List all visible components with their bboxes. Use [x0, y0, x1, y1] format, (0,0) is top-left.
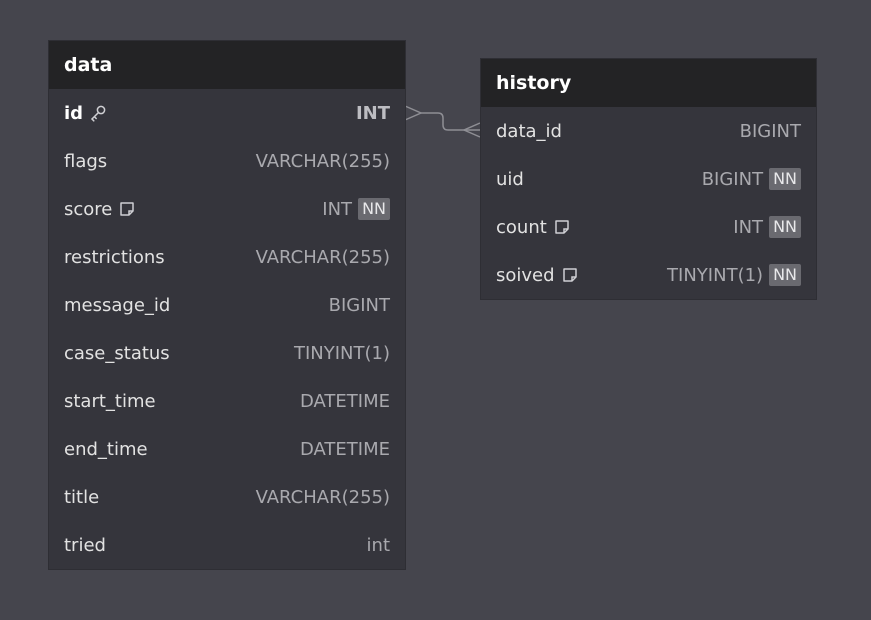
- column-name: tried: [64, 534, 106, 556]
- column-type-cell: BIGINT: [740, 121, 801, 142]
- column-type-cell: DATETIME: [300, 391, 390, 412]
- column-type-cell: BIGINT NN: [702, 168, 801, 190]
- not-null-badge: NN: [769, 264, 801, 286]
- column-type: DATETIME: [299, 438, 390, 460]
- column-name: start_time: [64, 390, 156, 412]
- column-name-cell: start_time: [64, 391, 156, 412]
- note-icon[interactable]: [118, 200, 136, 218]
- table-row[interactable]: count INT NN: [481, 203, 816, 251]
- table-row[interactable]: tried int: [49, 521, 405, 569]
- column-type: VARCHAR(255): [255, 486, 390, 508]
- table-row[interactable]: data_id BIGINT: [481, 107, 816, 155]
- column-name: count: [496, 216, 547, 238]
- column-type-cell: INT NN: [322, 198, 390, 220]
- column-name: id: [64, 102, 84, 124]
- column-type: INT: [355, 102, 390, 124]
- table-row[interactable]: score INT NN: [49, 185, 405, 233]
- column-name-cell: data_id: [496, 121, 562, 142]
- column-name: end_time: [64, 438, 148, 460]
- table-header[interactable]: data: [49, 41, 405, 89]
- column-type: BIGINT: [739, 120, 801, 142]
- not-null-badge: NN: [769, 216, 801, 238]
- column-type: BIGINT: [328, 294, 390, 316]
- column-name-cell: tried: [64, 535, 106, 556]
- table-row[interactable]: message_id BIGINT: [49, 281, 405, 329]
- note-icon[interactable]: [561, 266, 579, 284]
- column-name-cell: id: [64, 103, 107, 124]
- column-type-cell: BIGINT: [329, 295, 390, 316]
- column-type: TINYINT(1): [667, 264, 764, 286]
- column-type: VARCHAR(255): [255, 150, 390, 172]
- column-type: VARCHAR(255): [255, 246, 390, 268]
- column-name: message_id: [64, 294, 171, 316]
- table-history[interactable]: history data_id BIGINT uid BIGINT NN count INT…: [481, 59, 816, 299]
- column-name-cell: case_status: [64, 343, 170, 364]
- column-type-cell: INT NN: [733, 216, 801, 238]
- table-row[interactable]: restrictions VARCHAR(255): [49, 233, 405, 281]
- table-row[interactable]: end_time DATETIME: [49, 425, 405, 473]
- column-type-cell: TINYINT(1) NN: [667, 264, 801, 286]
- table-row[interactable]: title VARCHAR(255): [49, 473, 405, 521]
- crowfoot-data-end: [404, 105, 423, 121]
- table-row[interactable]: start_time DATETIME: [49, 377, 405, 425]
- column-type-cell: INT: [356, 103, 390, 124]
- column-name-cell: score: [64, 199, 136, 220]
- column-name-cell: end_time: [64, 439, 148, 460]
- column-type: DATETIME: [299, 390, 390, 412]
- column-name: case_status: [64, 342, 170, 364]
- column-name-cell: soived: [496, 265, 579, 286]
- column-name: score: [64, 198, 113, 220]
- column-type: int: [366, 534, 390, 556]
- table-row[interactable]: id INT: [49, 89, 405, 137]
- table-row[interactable]: flags VARCHAR(255): [49, 137, 405, 185]
- column-type: BIGINT: [701, 168, 764, 190]
- not-null-badge: NN: [769, 168, 801, 190]
- note-icon[interactable]: [553, 218, 571, 236]
- column-name-cell: message_id: [64, 295, 170, 316]
- column-name: title: [64, 486, 100, 508]
- column-name-cell: count: [496, 217, 571, 238]
- column-type-cell: DATETIME: [300, 439, 390, 460]
- column-name-cell: title: [64, 487, 99, 508]
- key-icon: [89, 104, 107, 122]
- column-name-cell: restrictions: [64, 247, 165, 268]
- table-data[interactable]: data id INT flags VARCHAR(255) score INT NN res…: [49, 41, 405, 569]
- table-row[interactable]: case_status TINYINT(1): [49, 329, 405, 377]
- table-row[interactable]: soived TINYINT(1) NN: [481, 251, 816, 299]
- table-row[interactable]: uid BIGINT NN: [481, 155, 816, 203]
- column-type: INT: [322, 198, 353, 220]
- column-type: TINYINT(1): [293, 342, 390, 364]
- column-name: data_id: [496, 120, 562, 142]
- column-name-cell: uid: [496, 169, 524, 190]
- not-null-badge: NN: [358, 198, 390, 220]
- column-type: INT: [733, 216, 764, 238]
- column-type-cell: VARCHAR(255): [256, 151, 390, 172]
- column-name: uid: [496, 168, 524, 190]
- column-type-cell: VARCHAR(255): [256, 487, 390, 508]
- column-type-cell: VARCHAR(255): [256, 247, 390, 268]
- column-name-cell: flags: [64, 151, 107, 172]
- column-name: soived: [496, 264, 555, 286]
- table-header[interactable]: history: [481, 59, 816, 107]
- column-name: restrictions: [64, 246, 165, 268]
- column-type-cell: int: [367, 535, 390, 556]
- column-name: flags: [64, 150, 108, 172]
- column-type-cell: TINYINT(1): [294, 343, 390, 364]
